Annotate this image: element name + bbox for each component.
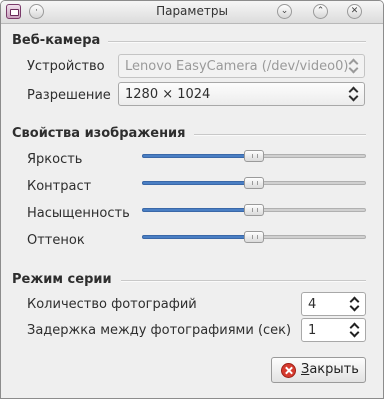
webcam-section-title: Веб-камера bbox=[12, 33, 101, 48]
preferences-window: · Параметры ⌄ ⌃ ✕ Веб-камера Устройство … bbox=[0, 0, 384, 399]
photo-count-spinner[interactable]: 4 bbox=[301, 292, 366, 316]
close-window-button[interactable]: ✕ bbox=[347, 4, 362, 19]
hue-label: Оттенок bbox=[27, 233, 85, 248]
burst-section-title: Режим серии bbox=[12, 272, 112, 287]
resolution-select[interactable]: 1280 × 1024 bbox=[118, 82, 365, 106]
select-arrows-icon bbox=[349, 86, 359, 102]
close-icon: ✕ bbox=[350, 6, 359, 16]
slider-fill bbox=[142, 181, 254, 185]
select-arrows-icon bbox=[349, 58, 359, 74]
spinner-arrows-icon[interactable] bbox=[350, 322, 360, 338]
slider-handle[interactable] bbox=[244, 204, 264, 216]
slider-handle[interactable] bbox=[244, 231, 264, 243]
chevron-up-icon: ⌃ bbox=[316, 6, 325, 16]
close-circle-icon bbox=[281, 363, 296, 378]
slider-fill bbox=[142, 154, 254, 158]
saturation-label: Насыщенность bbox=[27, 206, 130, 221]
maximize-button[interactable]: ⌃ bbox=[313, 4, 328, 19]
resolution-value: 1280 × 1024 bbox=[125, 87, 211, 102]
slider-fill bbox=[142, 235, 254, 239]
title-bar[interactable]: · Параметры ⌄ ⌃ ✕ bbox=[1, 1, 383, 24]
device-label: Устройство bbox=[27, 59, 105, 74]
delay-value: 1 bbox=[308, 323, 317, 338]
close-label-rest: акрыть bbox=[309, 362, 359, 377]
chevron-down-icon: ⌄ bbox=[280, 6, 289, 16]
hue-slider[interactable] bbox=[142, 230, 366, 244]
contrast-slider[interactable] bbox=[142, 176, 366, 190]
slider-handle[interactable] bbox=[244, 177, 264, 189]
brightness-slider[interactable] bbox=[142, 149, 366, 163]
spinner-arrows-icon[interactable] bbox=[350, 296, 360, 312]
delay-label: Задержка между фотографиями (сек) bbox=[27, 323, 292, 338]
burst-section-divider bbox=[121, 280, 366, 282]
minimize-button[interactable]: ⌄ bbox=[277, 4, 292, 19]
close-button[interactable]: Закрыть bbox=[271, 357, 366, 383]
photo-count-value: 4 bbox=[308, 297, 317, 312]
slider-fill bbox=[142, 208, 254, 212]
slider-handle[interactable] bbox=[244, 150, 264, 162]
resolution-label: Разрешение bbox=[27, 88, 111, 103]
delay-spinner[interactable]: 1 bbox=[301, 318, 366, 342]
image-properties-divider bbox=[194, 134, 366, 136]
image-properties-section-title: Свойства изображения bbox=[12, 126, 186, 141]
device-select[interactable]: Lenovo EasyCamera (/dev/video0) bbox=[118, 54, 365, 78]
brightness-label: Яркость bbox=[27, 152, 83, 167]
contrast-label: Контраст bbox=[27, 179, 92, 194]
close-button-label: Закрыть bbox=[301, 362, 359, 377]
webcam-section-divider bbox=[108, 41, 366, 43]
photo-count-label: Количество фотографий bbox=[27, 297, 197, 312]
device-value: Lenovo EasyCamera (/dev/video0) bbox=[125, 59, 349, 74]
saturation-slider[interactable] bbox=[142, 203, 366, 217]
